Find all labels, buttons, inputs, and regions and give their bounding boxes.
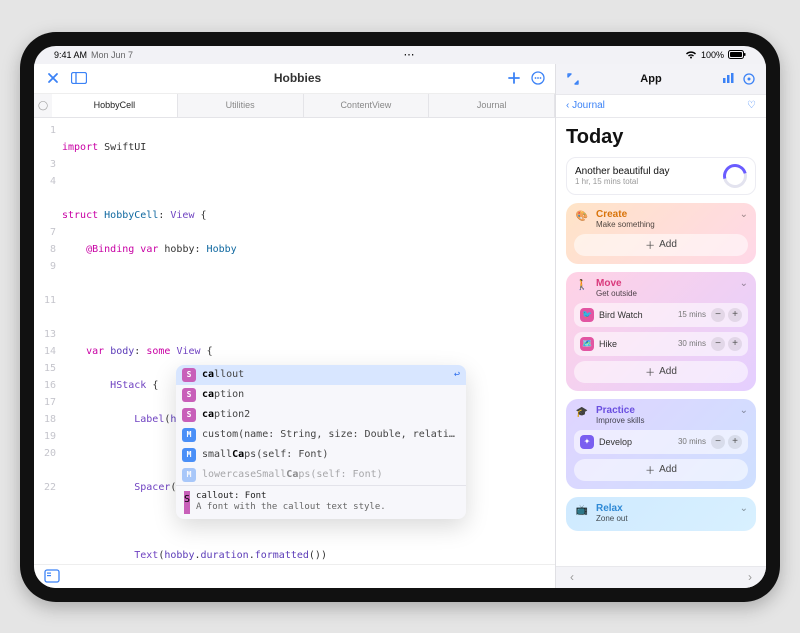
suggest-caption2[interactable]: S caption2	[176, 405, 466, 425]
status-time: 9:41 AM	[54, 50, 87, 60]
code-editor-pane: Hobbies ◯ HobbyCell Utilities ContentVie…	[34, 64, 556, 588]
close-icon[interactable]	[44, 69, 62, 87]
graduation-icon: 🎓	[574, 405, 590, 421]
chevron-down-icon[interactable]: ⌄	[740, 209, 748, 220]
tab-stop-icon[interactable]: ◯	[34, 94, 52, 117]
minus-button[interactable]: −	[711, 337, 725, 351]
status-date: Mon Jun 7	[91, 50, 133, 60]
tab-utilities[interactable]: Utilities	[178, 94, 304, 117]
back-button[interactable]: ‹ Journal	[566, 100, 605, 111]
card-practice[interactable]: 🎓 PracticeImprove skills ⌄ ✦ Develop 30 …	[566, 399, 756, 489]
return-key-icon: ↩︎	[454, 366, 460, 383]
nav-forward-icon[interactable]: ›	[748, 570, 752, 584]
plus-button[interactable]: +	[728, 435, 742, 449]
preview-toolbar: App	[556, 64, 766, 94]
add-button-move[interactable]: ＋ Add	[574, 361, 748, 383]
suggest-smallcaps[interactable]: M smallCaps(self: Font)	[176, 445, 466, 465]
status-bar: 9:41 AM Mon Jun 7 ⋯ 100%	[34, 46, 766, 64]
tab-contentview[interactable]: ContentView	[304, 94, 430, 117]
walk-icon: 🚶	[574, 278, 590, 294]
editor-footer	[34, 564, 555, 588]
progress-ring-icon	[719, 159, 752, 192]
line-gutter: 13478 91113141516 1718192022	[34, 118, 62, 564]
preview-content[interactable]: Today Another beautiful day 1 hr, 15 min…	[556, 118, 766, 566]
map-icon: 🗺️	[580, 337, 594, 351]
suggest-lowercasesmallcaps[interactable]: M lowercaseSmallCaps(self: Font)	[176, 465, 466, 485]
chart-icon[interactable]	[722, 72, 736, 86]
suggest-caption[interactable]: S caption	[176, 385, 466, 405]
preview-subbar: ‹ Journal ♡	[556, 94, 766, 118]
journal-entry[interactable]: Another beautiful day 1 hr, 15 mins tota…	[566, 157, 756, 195]
editor-tabs: ◯ HobbyCell Utilities ContentView Journa…	[34, 94, 555, 118]
preview-nav: ‹ ›	[556, 566, 766, 588]
heart-icon[interactable]: ♡	[747, 100, 756, 111]
chevron-down-icon[interactable]: ⌄	[740, 405, 748, 416]
task-develop[interactable]: ✦ Develop 30 mins −+	[574, 430, 748, 454]
chevron-down-icon[interactable]: ⌄	[740, 278, 748, 289]
battery-icon	[728, 50, 746, 59]
today-heading: Today	[566, 126, 756, 149]
tab-hobbycell[interactable]: HobbyCell	[52, 94, 178, 117]
nav-back-icon[interactable]: ‹	[570, 570, 574, 584]
pin-icon[interactable]	[742, 72, 756, 86]
preview-app-title: App	[588, 73, 714, 85]
minus-button[interactable]: −	[711, 435, 725, 449]
card-move[interactable]: 🚶 MoveGet outside ⌄ 🐦 Bird Watch 15 mins…	[566, 272, 756, 391]
palette-icon: 🎨	[574, 209, 590, 225]
card-create[interactable]: 🎨 CreateMake something ⌄ ＋ Add	[566, 203, 756, 264]
card-relax[interactable]: 📺 RelaxZone out ⌄	[566, 497, 756, 531]
plus-button[interactable]: +	[728, 308, 742, 322]
code-editor[interactable]: 13478 91113141516 1718192022 import Swif…	[34, 118, 555, 564]
minus-button[interactable]: −	[711, 308, 725, 322]
task-birdwatch[interactable]: 🐦 Bird Watch 15 mins −+	[574, 303, 748, 327]
autocomplete-description: S callout: Font A font with the callout …	[176, 485, 466, 519]
preview-pane: App ‹ Journal ♡ Today Another beautiful …	[556, 64, 766, 588]
swift-icon: ✦	[580, 435, 594, 449]
expand-icon[interactable]	[566, 72, 580, 86]
task-hike[interactable]: 🗺️ Hike 30 mins −+	[574, 332, 748, 356]
more-icon[interactable]	[531, 71, 545, 85]
plus-button[interactable]: +	[728, 337, 742, 351]
static-badge-icon: S	[182, 368, 196, 382]
tv-icon: 📺	[574, 503, 590, 519]
bird-icon: 🐦	[580, 308, 594, 322]
tab-journal[interactable]: Journal	[429, 94, 555, 117]
add-button-create[interactable]: ＋ Add	[574, 234, 748, 256]
chevron-down-icon[interactable]: ⌄	[740, 503, 748, 514]
document-title: Hobbies	[98, 71, 497, 85]
battery-percent: 100%	[701, 50, 724, 60]
suggest-callout[interactable]: S callout ↩︎	[176, 365, 466, 385]
editor-toolbar: Hobbies	[34, 64, 555, 94]
wifi-icon	[685, 50, 697, 59]
sidebar-icon[interactable]	[70, 69, 88, 87]
add-icon[interactable]	[507, 71, 521, 85]
library-icon[interactable]	[44, 569, 60, 583]
add-button-practice[interactable]: ＋ Add	[574, 459, 748, 481]
suggest-custom[interactable]: M custom(name: String, size: Double, rel…	[176, 425, 466, 445]
autocomplete-popup: S callout ↩︎ S caption S caption2	[176, 365, 466, 519]
